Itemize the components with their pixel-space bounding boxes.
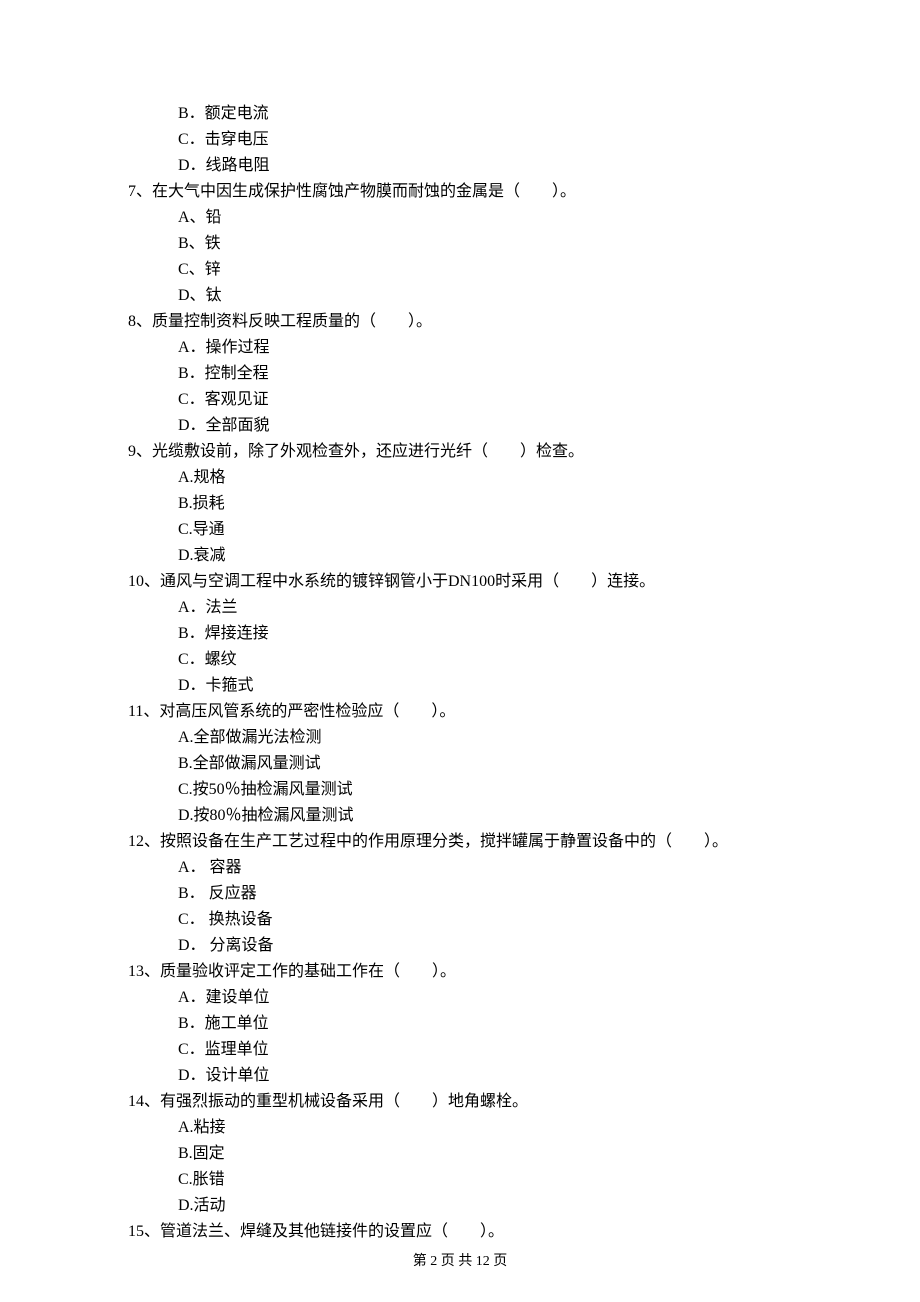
question-option: D．全部面貌 [128, 414, 792, 438]
question-option: B．焊接连接 [128, 622, 792, 646]
question-option: A、铅 [128, 206, 792, 230]
page-footer: 第 2 页 共 12 页 [0, 1251, 920, 1272]
question-option: C． 换热设备 [128, 908, 792, 932]
question-stem: 8、质量控制资料反映工程质量的（ ）。 [128, 310, 792, 334]
question-option: D．卡箍式 [128, 674, 792, 698]
question-option: B． 反应器 [128, 882, 792, 906]
question-option: D.按80％抽检漏风量测试 [128, 804, 792, 828]
question-option: B．施工单位 [128, 1012, 792, 1036]
question-option: A.规格 [128, 466, 792, 490]
question-stem: 9、光缆敷设前，除了外观检查外，还应进行光纤（ ）检查。 [128, 440, 792, 464]
question-option: C.胀错 [128, 1168, 792, 1192]
question-option: C．螺纹 [128, 648, 792, 672]
question-option: A．建设单位 [128, 986, 792, 1010]
question-stem: 13、质量验收评定工作的基础工作在（ ）。 [128, 960, 792, 984]
question-stem: 7、在大气中因生成保护性腐蚀产物膜而耐蚀的金属是（ ）。 [128, 180, 792, 204]
question-option: A.粘接 [128, 1116, 792, 1140]
question-option: B、铁 [128, 232, 792, 256]
question-option: C．监理单位 [128, 1038, 792, 1062]
question-option: A． 容器 [128, 856, 792, 880]
question-option: D.活动 [128, 1194, 792, 1218]
question-option: C.按50％抽检漏风量测试 [128, 778, 792, 802]
question-option: C.导通 [128, 518, 792, 542]
question-stem: 15、管道法兰、焊缝及其他链接件的设置应（ ）。 [128, 1220, 792, 1244]
question-option: B.损耗 [128, 492, 792, 516]
question-option: D、钛 [128, 284, 792, 308]
question-option: B．控制全程 [128, 362, 792, 386]
question-option: D． 分离设备 [128, 934, 792, 958]
question-option: C．客观见证 [128, 388, 792, 412]
question-option: A．法兰 [128, 596, 792, 620]
question-option: B.固定 [128, 1142, 792, 1166]
question-option: D．设计单位 [128, 1064, 792, 1088]
page-container: B．额定电流 C．击穿电压 D．线路电阻 7、在大气中因生成保护性腐蚀产物膜而耐… [0, 0, 920, 1302]
question-option: C、锌 [128, 258, 792, 282]
orphan-option: C．击穿电压 [128, 128, 792, 152]
question-stem: 11、对高压风管系统的严密性检验应（ ）。 [128, 700, 792, 724]
question-option: A．操作过程 [128, 336, 792, 360]
question-option: D.衰减 [128, 544, 792, 568]
question-option: B.全部做漏风量测试 [128, 752, 792, 776]
orphan-option: B．额定电流 [128, 102, 792, 126]
question-stem: 14、有强烈振动的重型机械设备采用（ ）地角螺栓。 [128, 1090, 792, 1114]
question-option: A.全部做漏光法检测 [128, 726, 792, 750]
question-stem: 12、按照设备在生产工艺过程中的作用原理分类，搅拌罐属于静置设备中的（ ）。 [128, 830, 792, 854]
question-stem: 10、通风与空调工程中水系统的镀锌钢管小于DN100时采用（ ）连接。 [128, 570, 792, 594]
orphan-option: D．线路电阻 [128, 154, 792, 178]
